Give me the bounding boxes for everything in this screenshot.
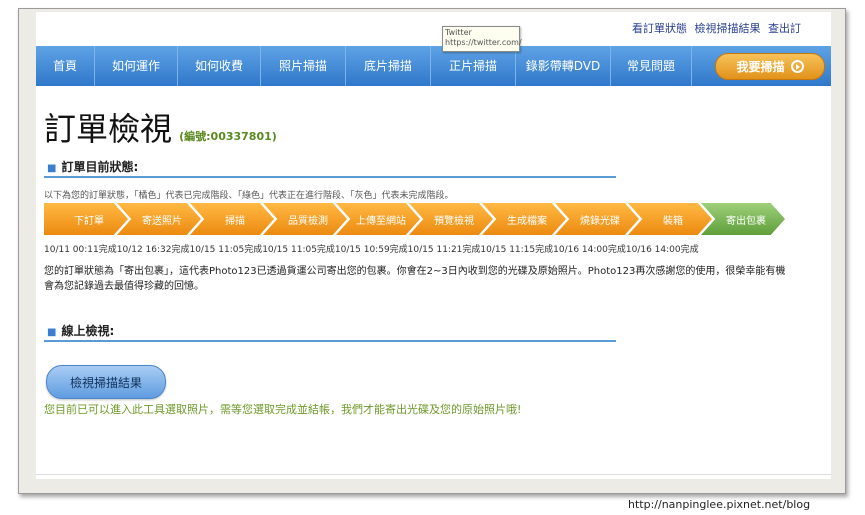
nav-photo-scan[interactable]: 照片掃描: [261, 46, 346, 86]
step-label: 上傳至網站: [356, 215, 406, 227]
bullet-icon: ■: [47, 163, 57, 174]
link-scan-results[interactable]: 檢視掃描結果: [695, 22, 761, 35]
nav-video-to-dvd[interactable]: 錄影帶轉DVD: [516, 46, 611, 86]
start-scan-label: 我要掃描: [736, 60, 785, 74]
nav-slide-scan[interactable]: 正片掃描: [431, 46, 516, 86]
step-label: 寄出包裹: [726, 215, 766, 227]
step-label: 裝箱: [663, 215, 683, 227]
nav-negative-scan[interactable]: 底片掃描: [346, 46, 431, 86]
nav-faq[interactable]: 常見問題: [611, 46, 692, 86]
order-status-heading-text: 訂單目前狀態:: [61, 160, 139, 174]
review-note: 您目前已可以進入此工具選取照片，需等您選取完成並結帳，我們才能寄出光碟及您的原始…: [44, 403, 522, 416]
start-scan-button[interactable]: 我要掃描: [715, 53, 825, 80]
online-review-heading-text: 線上檢視:: [61, 324, 115, 338]
step-label: 掃描: [225, 215, 245, 227]
step-label: 寄送照片: [142, 215, 182, 227]
step-label: 預覽檢視: [434, 215, 474, 227]
top-links: 看訂單狀態 檢視掃描結果 查出訂: [632, 20, 805, 36]
page-title: 訂單檢視: [44, 110, 173, 148]
play-circle-icon: [790, 60, 804, 73]
nav-pricing[interactable]: 如何收費: [178, 46, 261, 86]
step-place-order: 下訂單: [44, 203, 128, 235]
step-label: 生成檔案: [507, 215, 547, 227]
step-label: 燒錄光碟: [580, 215, 620, 227]
divider: [36, 474, 831, 475]
twitter-tooltip: Twitter https://twitter.com/: [442, 26, 522, 52]
order-status-heading: ■ 訂單目前狀態:: [44, 158, 616, 178]
nav-home[interactable]: 首頁: [36, 46, 95, 86]
link-order-status[interactable]: 看訂單狀態: [632, 22, 687, 35]
step-timestamps: 10/11 00:11完成10/12 16:32完成10/15 11:05完成1…: [44, 245, 699, 255]
blog-watermark: http://nanpinglee.pixnet.net/blog: [628, 498, 811, 511]
title-row: 訂單檢視 (編號:00337801): [44, 104, 277, 150]
bullet-icon: ■: [47, 327, 57, 338]
nav-how-it-works[interactable]: 如何運作: [95, 46, 178, 86]
step-label: 品質檢測: [288, 215, 328, 227]
view-scan-results-button[interactable]: 檢視掃描結果: [46, 365, 166, 399]
link-order-lookup[interactable]: 查出訂: [768, 22, 801, 35]
tooltip-url: https://twitter.com/: [445, 38, 522, 47]
online-review-heading: ■ 線上檢視:: [44, 322, 616, 342]
step-label: 下訂單: [74, 215, 104, 227]
tooltip-title: Twitter: [445, 28, 472, 37]
main-nav: 首頁 如何運作 如何收費 照片掃描 底片掃描 正片掃描 錄影帶轉DVD 常見問題…: [36, 46, 831, 86]
order-number: (編號:00337801): [179, 130, 277, 143]
status-message: 您的訂單狀態為「寄出包裹」，這代表Photo123已透過貨運公司寄出您的包裹。你…: [44, 266, 786, 292]
status-legend: 以下為您的訂單狀態，「橘色」代表已完成階段、「綠色」代表正在進行階段、「灰色」代…: [44, 191, 454, 201]
